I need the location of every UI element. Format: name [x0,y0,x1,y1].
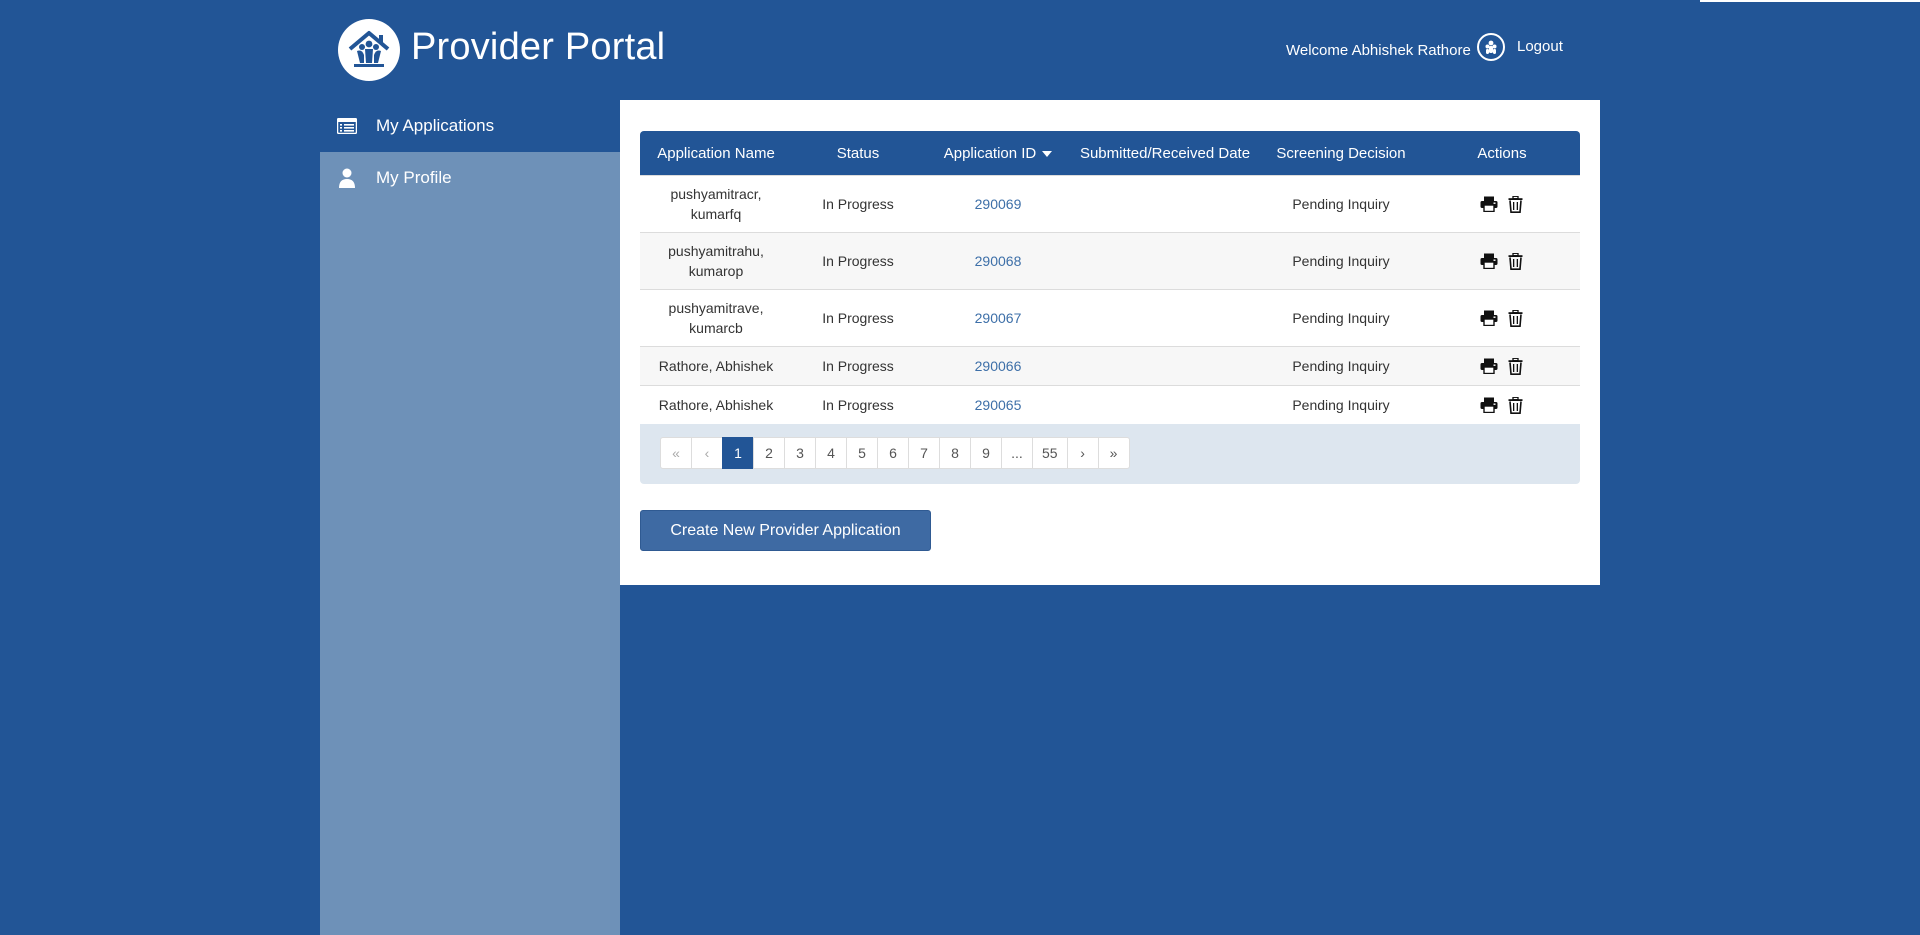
trash-icon[interactable] [1505,194,1525,214]
cell-status: In Progress [792,346,924,386]
cell-application-id: 290067 [924,289,1072,347]
cell-actions [1424,346,1580,386]
sidebar-item-label: My Profile [376,168,452,187]
cell-submitted-date [1072,289,1258,347]
cell-actions [1424,289,1580,347]
application-id-link[interactable]: 290065 [975,397,1022,413]
cell-actions [1424,175,1580,233]
page-1[interactable]: 1 [722,437,754,469]
user-avatar-icon[interactable] [1477,33,1505,61]
applications-table-card: Application Name Status Application ID S… [640,131,1580,484]
cell-application-id: 290068 [924,232,1072,290]
cell-application-name: pushyamitracr, kumarfq [640,175,792,233]
pagination: «‹ 1 2 3 4 5 6 7 8 9... 55 ›» [660,437,1130,469]
print-icon[interactable] [1479,251,1499,271]
list-icon [336,115,358,137]
create-new-application-button[interactable]: Create New Provider Application [640,510,931,551]
page-next-button[interactable]: › [1066,437,1099,469]
cell-status: In Progress [792,385,924,424]
column-header-actions: Actions [1424,131,1580,176]
table-header-row: Application Name Status Application ID S… [640,131,1580,176]
column-header-label: Application ID [943,144,1037,162]
welcome-text: Welcome Abhishek Rathore [1286,42,1471,59]
house-family-logo-icon [348,31,390,67]
page-8[interactable]: 8 [939,437,971,469]
applications-table: Application Name Status Application ID S… [640,131,1580,424]
portal-logo [338,19,400,81]
cell-status: In Progress [792,232,924,290]
main-panel: Application Name Status Application ID S… [620,100,1600,585]
table-row: pushyamitrave, kumarcb In Progress 290067 P… [640,289,1580,347]
cell-application-id: 290069 [924,175,1072,233]
sidebar-item-my-applications[interactable]: My Applications [320,100,620,152]
trash-icon[interactable] [1505,356,1525,376]
header: Provider Portal Welcome Abhishek Rathore… [320,0,1600,100]
cell-application-name: pushyamitrave, kumarcb [640,289,792,347]
column-header-submitted-date[interactable]: Submitted/Received Date [1072,131,1258,176]
application-id-link[interactable]: 290066 [975,358,1022,374]
cell-screening-decision: Pending Inquiry [1258,346,1424,386]
cell-screening-decision: Pending Inquiry [1258,385,1424,424]
page-prev-button[interactable]: ‹ [691,437,723,469]
column-header-status[interactable]: Status [792,131,924,176]
trash-icon[interactable] [1505,395,1525,415]
cell-application-id: 290066 [924,346,1072,386]
table-row: Rathore, Abhishek In Progress 290066 Pendin… [640,346,1580,386]
application-id-link[interactable]: 290069 [975,196,1022,212]
print-icon[interactable] [1479,194,1499,214]
column-header-screening-decision[interactable]: Screening Decision [1258,131,1424,176]
page-5[interactable]: 5 [846,437,878,469]
table-row: Rathore, Abhishek In Progress 290065 Pendin… [640,385,1580,424]
page-9[interactable]: 9 [970,437,1002,469]
table-row: pushyamitrahu, kumarop In Progress 290068 P… [640,232,1580,290]
page-2[interactable]: 2 [753,437,785,469]
cell-status: In Progress [792,289,924,347]
page-3[interactable]: 3 [784,437,816,469]
cell-screening-decision: Pending Inquiry [1258,175,1424,233]
column-header-application-name[interactable]: Application Name [640,131,792,176]
print-icon[interactable] [1479,308,1499,328]
cell-actions [1424,232,1580,290]
application-id-link[interactable]: 290068 [975,253,1022,269]
print-icon[interactable] [1479,395,1499,415]
logout-link[interactable]: Logout [1517,38,1563,55]
cell-submitted-date [1072,346,1258,386]
cell-application-name: Rathore, Abhishek [640,385,792,424]
cell-application-name: pushyamitrahu, kumarop [640,232,792,290]
trash-icon[interactable] [1505,251,1525,271]
cell-submitted-date [1072,385,1258,424]
application-id-link[interactable]: 290067 [975,310,1022,326]
page-last-button[interactable]: » [1097,437,1130,469]
cell-screening-decision: Pending Inquiry [1258,289,1424,347]
page-ellipsis: ... [1001,437,1033,469]
cell-application-id: 290065 [924,385,1072,424]
sidebar: My Applications My Profile [320,100,620,935]
page-4[interactable]: 4 [815,437,847,469]
sidebar-item-label: My Applications [376,116,495,135]
page-first-button[interactable]: « [660,437,692,469]
page-title: Provider Portal [411,26,666,68]
column-header-application-id[interactable]: Application ID [924,131,1072,176]
cell-submitted-date [1072,175,1258,233]
table-row: pushyamitracr, kumarfq In Progress 290069 P… [640,175,1580,233]
page-6[interactable]: 6 [877,437,909,469]
print-icon[interactable] [1479,356,1499,376]
cell-application-name: Rathore, Abhishek [640,346,792,386]
sort-desc-icon [1042,150,1053,157]
cell-status: In Progress [792,175,924,233]
cell-actions [1424,385,1580,424]
cell-screening-decision: Pending Inquiry [1258,232,1424,290]
top-edge-line [1700,0,1920,2]
cell-submitted-date [1072,232,1258,290]
sidebar-item-my-profile[interactable]: My Profile [320,152,620,204]
user-icon [336,167,358,189]
trash-icon[interactable] [1505,308,1525,328]
table-body: pushyamitracr, kumarfq In Progress 290069 P… [640,175,1580,424]
page-55[interactable]: 55 [1032,437,1068,469]
page-7[interactable]: 7 [908,437,940,469]
